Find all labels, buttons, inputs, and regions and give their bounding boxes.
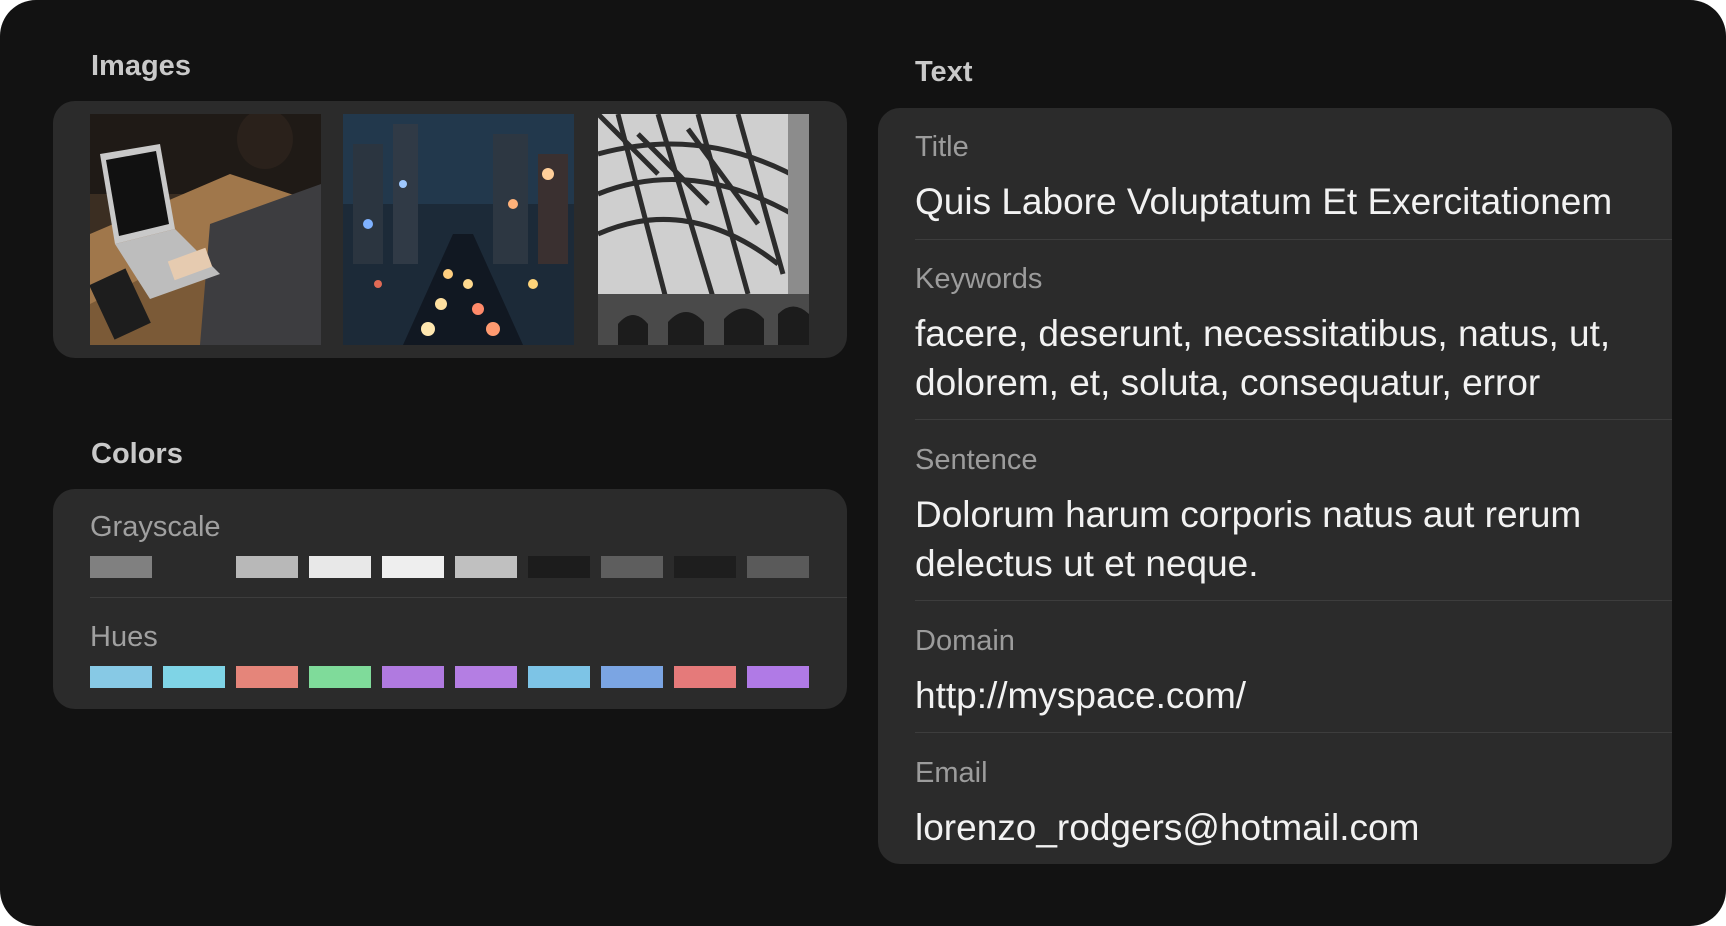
- text-divider: [915, 419, 1672, 420]
- field-keywords-label: Keywords: [915, 263, 1043, 295]
- field-title-value[interactable]: Quis Labore Voluptatum Et Exercitationem: [915, 177, 1652, 226]
- hue-swatch[interactable]: [528, 666, 590, 688]
- bridge-structure-photo-icon: [598, 114, 809, 345]
- grayscale-swatch[interactable]: [747, 556, 809, 578]
- grayscale-swatch[interactable]: [309, 556, 371, 578]
- field-domain-label: Domain: [915, 625, 1015, 657]
- field-sentence-value[interactable]: Dolorum harum corporis natus aut rerum d…: [915, 490, 1652, 588]
- field-keywords-value[interactable]: facere, deserunt, necessitatibus, natus,…: [915, 309, 1652, 407]
- grayscale-swatch[interactable]: [674, 556, 736, 578]
- colors-card: Grayscale Hues: [53, 489, 847, 709]
- app-window: Images Colors Grayscale Hues Text Title …: [0, 0, 1726, 926]
- grayscale-swatch[interactable]: [382, 556, 444, 578]
- text-divider: [915, 732, 1672, 733]
- images-card: [53, 101, 847, 358]
- grayscale-swatch[interactable]: [455, 556, 517, 578]
- laptop-photo-icon: [90, 114, 321, 345]
- thumbnail-laptop[interactable]: [90, 114, 321, 345]
- hue-swatch[interactable]: [747, 666, 809, 688]
- city-night-photo-icon: [343, 114, 574, 345]
- hue-swatch[interactable]: [382, 666, 444, 688]
- text-section-title: Text: [915, 56, 973, 88]
- field-domain-value[interactable]: http://myspace.com/: [915, 671, 1652, 720]
- hue-swatch[interactable]: [601, 666, 663, 688]
- hue-swatch[interactable]: [90, 666, 152, 688]
- text-card: Title Quis Labore Voluptatum Et Exercita…: [878, 108, 1672, 864]
- hues-swatches: [90, 666, 809, 688]
- thumbnail-city-night[interactable]: [343, 114, 574, 345]
- colors-section-title: Colors: [91, 438, 183, 470]
- hue-swatch[interactable]: [163, 666, 225, 688]
- field-keywords: Keywords facere, deserunt, necessitatibu…: [915, 262, 1652, 407]
- grayscale-swatches: [90, 556, 809, 578]
- field-email: Email lorenzo_rodgers@hotmail.com: [915, 756, 1652, 852]
- grayscale-label: Grayscale: [90, 511, 221, 543]
- hue-swatch[interactable]: [236, 666, 298, 688]
- grayscale-swatch[interactable]: [236, 556, 298, 578]
- field-title: Title Quis Labore Voluptatum Et Exercita…: [915, 130, 1652, 226]
- grayscale-swatch[interactable]: [528, 556, 590, 578]
- hue-swatch[interactable]: [309, 666, 371, 688]
- thumbnail-bridge[interactable]: [598, 114, 809, 345]
- field-title-label: Title: [915, 131, 969, 163]
- hues-label: Hues: [90, 621, 158, 653]
- field-email-label: Email: [915, 757, 988, 789]
- hue-swatch[interactable]: [455, 666, 517, 688]
- grayscale-swatch[interactable]: [163, 556, 225, 578]
- colors-divider: [90, 597, 847, 598]
- grayscale-swatch[interactable]: [601, 556, 663, 578]
- field-domain: Domain http://myspace.com/: [915, 624, 1652, 720]
- text-divider: [915, 239, 1672, 240]
- text-divider: [915, 600, 1672, 601]
- field-sentence-label: Sentence: [915, 444, 1038, 476]
- images-section-title: Images: [91, 50, 191, 82]
- grayscale-swatch[interactable]: [90, 556, 152, 578]
- field-sentence: Sentence Dolorum harum corporis natus au…: [915, 443, 1652, 588]
- field-email-value[interactable]: lorenzo_rodgers@hotmail.com: [915, 803, 1652, 852]
- hue-swatch[interactable]: [674, 666, 736, 688]
